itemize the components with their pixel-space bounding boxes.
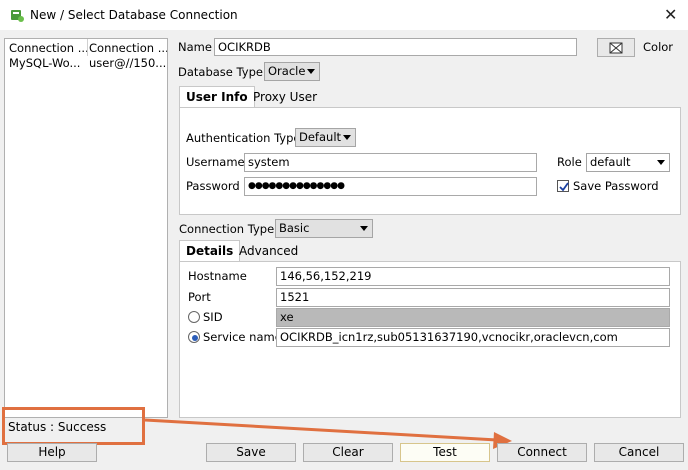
role-select[interactable]: default bbox=[586, 153, 670, 172]
port-label: Port bbox=[188, 290, 211, 304]
color-picker-button[interactable] bbox=[597, 38, 635, 57]
chevron-down-icon bbox=[360, 226, 368, 231]
chevron-down-icon bbox=[343, 135, 351, 140]
tab-details[interactable]: Details bbox=[179, 240, 241, 262]
connection-type-label: Connection Type bbox=[179, 222, 275, 236]
sid-label: SID bbox=[203, 310, 223, 324]
column-header-connection-details[interactable]: Connection ... bbox=[89, 41, 167, 56]
save-password-label: Save Password bbox=[573, 179, 659, 193]
column-divider[interactable] bbox=[87, 39, 88, 56]
list-item-connection-details[interactable]: user@//150.... bbox=[89, 56, 167, 71]
username-label: Username bbox=[186, 155, 245, 169]
save-password-checkbox[interactable] bbox=[557, 180, 569, 192]
role-label: Role bbox=[557, 155, 582, 169]
tab-user-info[interactable]: User Info bbox=[179, 86, 255, 108]
hostname-input[interactable]: 146,56,152,219 bbox=[276, 267, 670, 286]
name-label: Name bbox=[178, 40, 212, 54]
cancel-button[interactable]: Cancel bbox=[594, 443, 684, 462]
username-input[interactable]: system bbox=[244, 153, 537, 172]
save-button[interactable]: Save bbox=[206, 443, 296, 462]
service-name-input[interactable]: OCIKRDB_icn1rz,sub05131637190,vcnocikr,o… bbox=[276, 328, 670, 347]
chevron-down-icon bbox=[307, 69, 315, 74]
connection-type-value: Basic bbox=[279, 221, 310, 235]
authentication-type-label: Authentication Type bbox=[186, 131, 301, 145]
tab-advanced[interactable]: Advanced bbox=[239, 244, 298, 258]
service-name-radio[interactable] bbox=[188, 331, 200, 343]
chevron-down-icon bbox=[657, 160, 665, 165]
window-title: New / Select Database Connection bbox=[30, 8, 238, 22]
connections-list[interactable]: Connection ... Connection ... MySQL-Wo..… bbox=[4, 38, 168, 418]
sid-radio[interactable] bbox=[188, 311, 200, 323]
database-type-value: Oracle bbox=[268, 64, 306, 78]
database-type-label: Database Type bbox=[178, 65, 263, 79]
clear-button[interactable]: Clear bbox=[303, 443, 393, 462]
column-header-connection-name[interactable]: Connection ... bbox=[9, 41, 87, 56]
help-button[interactable]: Help bbox=[7, 443, 97, 462]
list-item-connection-name[interactable]: MySQL-Wo... bbox=[9, 56, 87, 71]
annotation-highlight-box bbox=[2, 407, 145, 445]
sid-input[interactable]: xe bbox=[276, 308, 670, 327]
name-input[interactable]: OCIKRDB bbox=[214, 38, 577, 56]
tab-proxy-user[interactable]: Proxy User bbox=[253, 90, 317, 104]
checkmark-icon bbox=[559, 182, 569, 192]
database-connection-icon bbox=[11, 10, 24, 22]
role-value: default bbox=[590, 155, 631, 169]
password-input[interactable]: ●●●●●●●●●●●●●● bbox=[244, 177, 537, 196]
color-swatch-icon bbox=[609, 42, 623, 54]
connection-type-select[interactable]: Basic bbox=[275, 219, 373, 238]
radio-selected-dot bbox=[192, 335, 198, 341]
password-label: Password bbox=[186, 179, 240, 193]
database-type-select[interactable]: Oracle bbox=[264, 62, 320, 81]
authentication-type-value: Default bbox=[299, 130, 342, 144]
authentication-type-select[interactable]: Default bbox=[295, 128, 356, 147]
port-input[interactable]: 1521 bbox=[276, 288, 670, 307]
close-icon[interactable]: ✕ bbox=[664, 5, 677, 24]
title-bar: New / Select Database Connection ✕ bbox=[0, 0, 688, 30]
hostname-label: Hostname bbox=[188, 269, 247, 283]
test-button[interactable]: Test bbox=[400, 443, 490, 462]
connect-button[interactable]: Connect bbox=[497, 443, 587, 462]
color-label: Color bbox=[643, 40, 674, 54]
service-name-label: Service name bbox=[203, 330, 282, 344]
